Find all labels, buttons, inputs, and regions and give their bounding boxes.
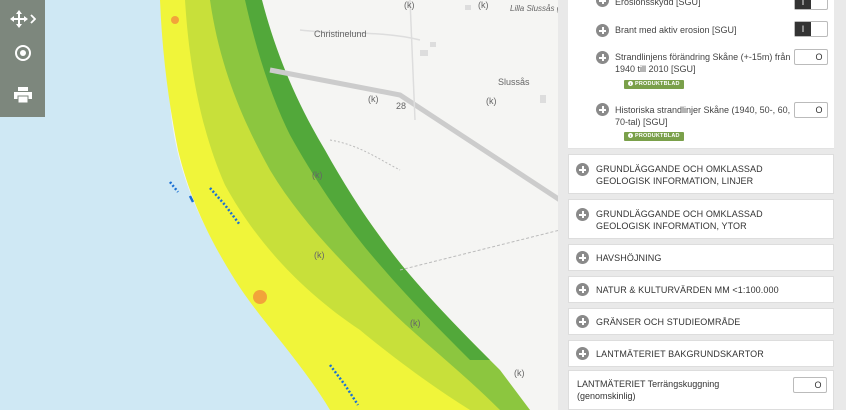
toggle-on: I [795, 0, 811, 9]
layer-toggle[interactable]: O [793, 377, 827, 393]
plus-icon[interactable] [596, 24, 609, 37]
sublayer-label: Brant med aktiv erosion [SGU] [615, 25, 737, 35]
map-k-label: (k) [514, 368, 525, 378]
sublayer-label: Historiska strandlinjer Skåne (1940, 50-… [615, 105, 791, 127]
info-icon: i [628, 133, 633, 138]
plus-icon[interactable] [596, 51, 609, 64]
building [465, 5, 471, 10]
plus-icon [576, 251, 589, 264]
sublayer-label: Strandlinjens förändring Skåne (+-15m) f… [615, 52, 791, 74]
plus-icon [576, 163, 589, 176]
building [420, 50, 428, 56]
plus-icon [576, 283, 589, 296]
map-k-label: (k) [486, 96, 497, 106]
map-k-label: (k) [314, 250, 325, 260]
map-canvas[interactable] [0, 0, 560, 410]
orange-hotspot [253, 290, 267, 304]
group-geologisk-ytor[interactable]: GRUNDLÄGGANDE OCH OMKLASSAD GEOLOGISK IN… [568, 199, 834, 239]
layer-label: LANTMÄTERIET Terrängskuggning (genomskin… [577, 378, 777, 402]
layer-label-source: LANTMÄTERIET [577, 379, 646, 389]
toggle-off: O [815, 52, 823, 62]
sublayer-historiska-strandlinjer: Historiska strandlinjer Skåne (1940, 50-… [568, 96, 834, 149]
locate-button[interactable] [0, 34, 45, 72]
map-k-label: (k) [478, 0, 489, 10]
target-icon [14, 45, 31, 61]
group-havshojning[interactable]: HAVSHÖJNING [568, 244, 834, 271]
map-toolbar [0, 0, 45, 117]
layer-panel: Erosionsskydd [SGU] I Brant med aktiv er… [558, 0, 846, 410]
printer-icon [13, 87, 32, 103]
group-label: NATUR & KULTURVÄRDEN MM <1:100.000 [596, 285, 779, 295]
plus-icon [576, 208, 589, 221]
map-k-label: (k) [312, 170, 323, 180]
toggle-on: I [795, 22, 811, 36]
layer-terrangskuggning: LANTMÄTERIET Terrängskuggning (genomskin… [568, 370, 834, 410]
orange-spot [171, 16, 179, 24]
place-label-lilla-slussas: Lilla Slussås g [510, 4, 560, 13]
toggle-off: O [815, 105, 823, 115]
pan-tool-button[interactable] [0, 0, 45, 38]
plus-icon[interactable] [596, 103, 609, 116]
sublayer-erosionsskydd: Erosionsskydd [SGU] I [568, 0, 834, 17]
group-label: GRÄNSER OCH STUDIEOMRÅDE [596, 317, 741, 327]
map-k-label: (k) [368, 94, 379, 104]
sublayer-label: Erosionsskydd [SGU] [615, 0, 701, 7]
place-label-slussas: Slussås [498, 77, 530, 87]
print-button[interactable] [0, 76, 45, 114]
info-icon: i [628, 81, 633, 86]
group-label: LANTMÄTERIET BAKGRUNDSKARTOR [596, 349, 764, 359]
produktblad-badge[interactable]: i PRODUKTBLAD [624, 80, 684, 89]
layer-toggle[interactable]: O [794, 49, 828, 65]
group-geologisk-linjer[interactable]: GRUNDLÄGGANDE OCH OMKLASSAD GEOLOGISK IN… [568, 154, 834, 194]
sublayer-brant-aktiv-erosion: Brant med aktiv erosion [SGU] I [568, 16, 834, 46]
map-view[interactable]: Christinelund Lilla Slussås g Slussås 28… [0, 0, 560, 410]
group-lantmateriet-bakgrundskartor[interactable]: LANTMÄTERIET BAKGRUNDSKARTOR [568, 340, 834, 367]
sublayer-strandlinjens-forandring: Strandlinjens förändring Skåne (+-15m) f… [568, 45, 834, 97]
road-label-28: 28 [396, 101, 407, 111]
map-k-label: (k) [404, 0, 415, 10]
group-granser-studieomrade[interactable]: GRÄNSER OCH STUDIEOMRÅDE [568, 308, 834, 335]
place-label-christinelund: Christinelund [314, 29, 367, 39]
group-label: GRUNDLÄGGANDE OCH OMKLASSAD GEOLOGISK IN… [596, 164, 763, 186]
toggle-off: O [814, 380, 822, 390]
layer-toggle[interactable]: I [794, 21, 828, 37]
plus-icon [576, 315, 589, 328]
plus-icon[interactable] [596, 0, 609, 7]
move-icon [9, 10, 36, 28]
layer-toggle[interactable]: I [794, 0, 828, 10]
building [430, 42, 436, 47]
produktblad-badge[interactable]: i PRODUKTBLAD [624, 132, 684, 141]
building [540, 95, 546, 103]
plus-icon [576, 347, 589, 360]
group-label: HAVSHÖJNING [596, 253, 662, 263]
map-k-label: (k) [410, 318, 421, 328]
layer-toggle[interactable]: O [794, 102, 828, 118]
group-label: GRUNDLÄGGANDE OCH OMKLASSAD GEOLOGISK IN… [596, 209, 763, 231]
group-natur-kulturvarden[interactable]: NATUR & KULTURVÄRDEN MM <1:100.000 [568, 276, 834, 303]
